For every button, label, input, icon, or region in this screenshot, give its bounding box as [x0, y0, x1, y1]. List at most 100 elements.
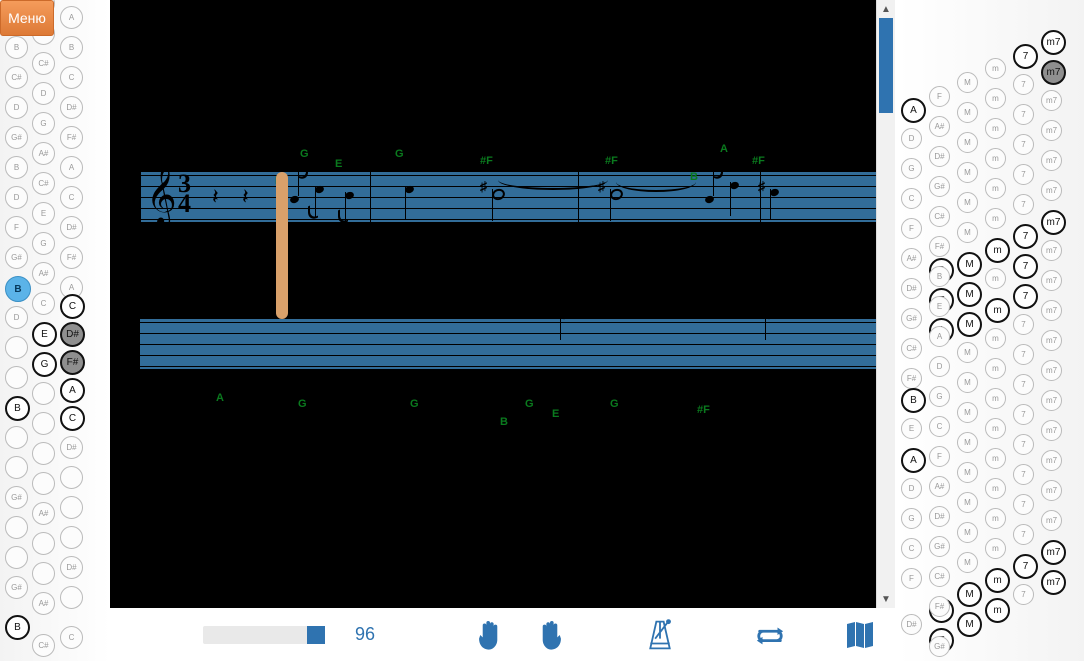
accordion-button[interactable]: B: [929, 266, 950, 287]
accordion-button[interactable]: 7: [1013, 194, 1034, 215]
accordion-button[interactable]: E: [901, 418, 922, 439]
accordion-button[interactable]: G#: [5, 576, 28, 599]
accordion-button[interactable]: D#: [901, 614, 922, 635]
scroll-up-icon[interactable]: ▲: [877, 0, 895, 18]
accordion-button[interactable]: m7: [1041, 360, 1062, 381]
accordion-button[interactable]: C#: [929, 206, 950, 227]
accordion-button[interactable]: M: [957, 372, 978, 393]
menu-button[interactable]: Меню: [0, 0, 54, 36]
accordion-button[interactable]: [32, 472, 55, 495]
accordion-button[interactable]: D#: [929, 146, 950, 167]
accordion-button[interactable]: [32, 412, 55, 435]
accordion-button[interactable]: m: [985, 448, 1006, 469]
accordion-button[interactable]: m7: [1041, 540, 1066, 565]
accordion-button[interactable]: G: [32, 232, 55, 255]
accordion-button[interactable]: C#: [5, 66, 28, 89]
accordion-button[interactable]: M: [957, 432, 978, 453]
accordion-button[interactable]: F: [901, 568, 922, 589]
accordion-button[interactable]: D#: [60, 322, 85, 347]
accordion-button[interactable]: A: [60, 378, 85, 403]
accordion-button[interactable]: C: [901, 188, 922, 209]
accordion-button[interactable]: C#: [901, 338, 922, 359]
accordion-button[interactable]: B: [5, 36, 28, 59]
accordion-button[interactable]: 7: [1013, 164, 1034, 185]
accordion-button[interactable]: 7: [1013, 134, 1034, 155]
accordion-button[interactable]: A: [60, 6, 83, 29]
accordion-button[interactable]: m7: [1041, 270, 1062, 291]
accordion-button[interactable]: m7: [1041, 390, 1062, 411]
accordion-button[interactable]: F#: [929, 596, 950, 617]
accordion-button[interactable]: m: [985, 58, 1006, 79]
accordion-button[interactable]: m: [985, 118, 1006, 139]
accordion-button[interactable]: C: [32, 292, 55, 315]
accordion-button[interactable]: G#: [929, 636, 950, 657]
accordion-button[interactable]: M: [957, 162, 978, 183]
accordion-button[interactable]: [60, 526, 83, 549]
accordion-button[interactable]: M: [957, 522, 978, 543]
accordion-button[interactable]: [5, 426, 28, 449]
accordion-button[interactable]: [32, 382, 55, 405]
accordion-button[interactable]: M: [957, 462, 978, 483]
panel-view-icon[interactable]: [845, 618, 875, 652]
metronome-icon[interactable]: [645, 618, 675, 652]
accordion-button[interactable]: E: [32, 202, 55, 225]
accordion-button[interactable]: 7: [1013, 224, 1038, 249]
accordion-button[interactable]: G: [929, 386, 950, 407]
accordion-button[interactable]: m: [985, 538, 1006, 559]
accordion-button[interactable]: A#: [32, 502, 55, 525]
accordion-button[interactable]: A#: [901, 248, 922, 269]
accordion-button[interactable]: [5, 366, 28, 389]
accordion-button[interactable]: F#: [60, 126, 83, 149]
accordion-button[interactable]: G: [32, 352, 57, 377]
accordion-button[interactable]: A#: [929, 116, 950, 137]
accordion-button[interactable]: m: [985, 418, 1006, 439]
accordion-button[interactable]: A#: [929, 476, 950, 497]
accordion-button[interactable]: M: [957, 282, 982, 307]
accordion-button[interactable]: A#: [32, 142, 55, 165]
left-hand-icon[interactable]: [475, 618, 505, 652]
accordion-button[interactable]: D#: [901, 278, 922, 299]
accordion-button[interactable]: C: [60, 406, 85, 431]
accordion-button[interactable]: m7: [1041, 420, 1062, 441]
accordion-button[interactable]: m: [985, 598, 1010, 623]
accordion-button[interactable]: 7: [1013, 284, 1038, 309]
accordion-button[interactable]: [5, 336, 28, 359]
accordion-button[interactable]: [60, 586, 83, 609]
accordion-button[interactable]: C: [60, 626, 83, 649]
accordion-button[interactable]: m7: [1041, 570, 1066, 595]
accordion-button[interactable]: G#: [5, 486, 28, 509]
accordion-button[interactable]: G#: [929, 536, 950, 557]
accordion-button[interactable]: m: [985, 508, 1006, 529]
accordion-button[interactable]: G#: [5, 126, 28, 149]
accordion-button[interactable]: C: [60, 186, 83, 209]
accordion-button[interactable]: 7: [1013, 44, 1038, 69]
accordion-button[interactable]: M: [957, 612, 982, 637]
accordion-button[interactable]: D: [32, 82, 55, 105]
accordion-button[interactable]: D#: [60, 216, 83, 239]
accordion-button[interactable]: C#: [929, 566, 950, 587]
scrollbar-thumb[interactable]: [879, 18, 893, 113]
accordion-button[interactable]: 7: [1013, 314, 1034, 335]
accordion-button[interactable]: B: [60, 36, 83, 59]
accordion-button[interactable]: m7: [1041, 30, 1066, 55]
accordion-button[interactable]: A#: [32, 262, 55, 285]
accordion-button[interactable]: G: [32, 112, 55, 135]
accordion-button[interactable]: G: [901, 158, 922, 179]
accordion-button[interactable]: G#: [901, 308, 922, 329]
tempo-slider-thumb[interactable]: [307, 626, 325, 644]
score-view[interactable]: 𝄞 𝄢 34 34 1 2 3 𝄽 𝄽: [110, 0, 895, 608]
accordion-button[interactable]: D: [901, 128, 922, 149]
accordion-button[interactable]: C#: [32, 172, 55, 195]
accordion-button[interactable]: m7: [1041, 90, 1062, 111]
accordion-button[interactable]: 7: [1013, 554, 1038, 579]
accordion-button[interactable]: B: [901, 388, 926, 413]
accordion-button[interactable]: 7: [1013, 464, 1034, 485]
scroll-down-icon[interactable]: ▼: [877, 590, 895, 608]
accordion-button[interactable]: A: [929, 326, 950, 347]
accordion-button[interactable]: F#: [929, 236, 950, 257]
accordion-button[interactable]: 7: [1013, 344, 1034, 365]
loop-icon[interactable]: [755, 618, 785, 652]
accordion-button[interactable]: 7: [1013, 374, 1034, 395]
accordion-button[interactable]: A: [901, 98, 926, 123]
playback-cursor[interactable]: [276, 172, 288, 319]
